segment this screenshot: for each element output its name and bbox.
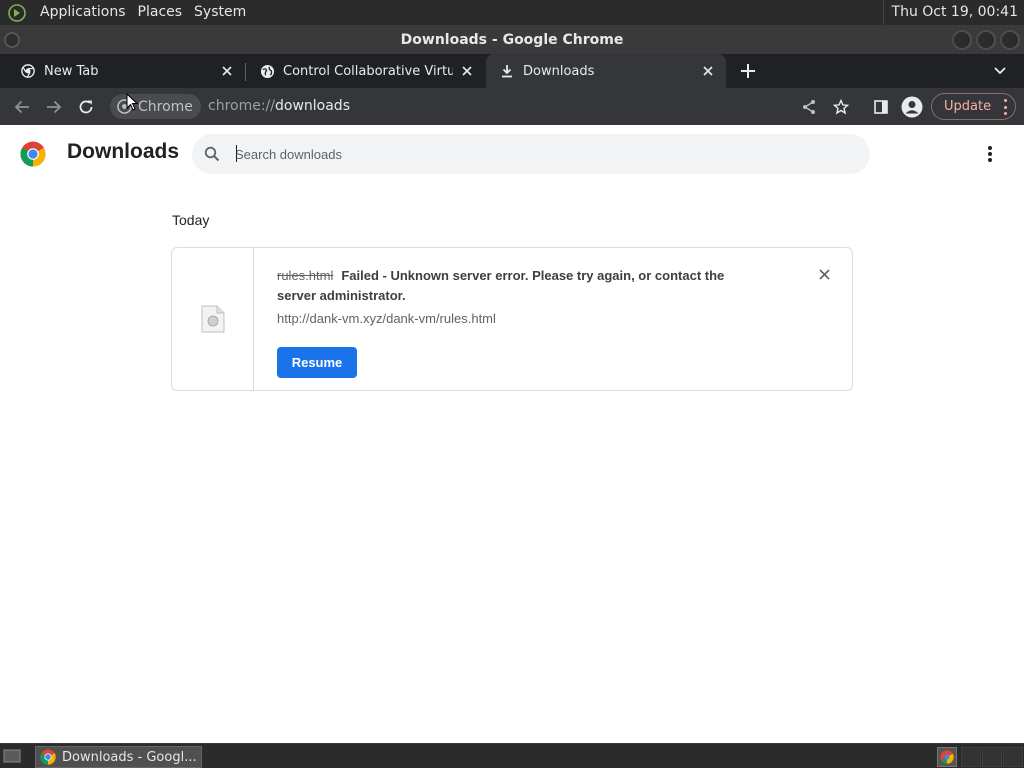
text-caret bbox=[236, 145, 237, 162]
file-icon bbox=[201, 305, 225, 333]
page-title: Downloads bbox=[67, 140, 180, 163]
url-text[interactable]: chrome://downloads bbox=[208, 92, 350, 121]
resume-button[interactable]: Resume bbox=[277, 347, 357, 378]
chrome-logo-icon bbox=[20, 141, 46, 167]
tab-new-tab[interactable]: New Tab bbox=[0, 54, 245, 88]
back-button[interactable] bbox=[10, 95, 34, 119]
chrome-icon bbox=[940, 750, 954, 764]
side-panel-icon bbox=[874, 100, 888, 114]
forward-arrow-icon bbox=[47, 100, 62, 114]
taskbar-chrome-window[interactable]: Downloads - Googl... bbox=[35, 746, 202, 768]
avatar-icon bbox=[901, 96, 923, 118]
taskbar-item-label: Downloads - Googl... bbox=[62, 749, 197, 765]
plus-icon bbox=[741, 64, 755, 78]
panel-clock[interactable]: Thu Oct 19, 00:41 bbox=[882, 0, 1018, 25]
search-box[interactable] bbox=[192, 134, 870, 174]
top-panel: Applications Places System Thu Oct 19, 0… bbox=[0, 0, 1024, 25]
bookmark-button[interactable] bbox=[829, 95, 853, 119]
system-menu[interactable]: System bbox=[188, 0, 252, 25]
address-bar[interactable]: Chrome chrome://downloads bbox=[110, 92, 860, 121]
downloads-header: Downloads bbox=[0, 126, 1024, 182]
browser-toolbar: Chrome chrome://downloads Update bbox=[0, 88, 1024, 125]
more-options-icon bbox=[1003, 99, 1007, 115]
share-icon bbox=[803, 100, 815, 114]
close-icon bbox=[818, 268, 830, 280]
more-actions-button[interactable] bbox=[980, 143, 1000, 165]
share-button[interactable] bbox=[797, 95, 821, 119]
tab-label: Downloads bbox=[523, 63, 595, 79]
minimize-button[interactable] bbox=[952, 30, 972, 50]
chrome-icon bbox=[20, 63, 36, 79]
desktop-icon bbox=[3, 749, 21, 763]
search-input[interactable] bbox=[235, 143, 835, 165]
tab-downloads[interactable]: Downloads bbox=[486, 54, 726, 88]
reload-icon bbox=[79, 100, 93, 114]
tab-label: New Tab bbox=[44, 63, 99, 79]
file-name-link[interactable]: rules.html bbox=[277, 268, 333, 283]
workspace-3[interactable] bbox=[1003, 747, 1023, 767]
window-titlebar[interactable]: Downloads - Google Chrome bbox=[0, 25, 1024, 54]
forward-button[interactable] bbox=[42, 95, 66, 119]
tab-label: Control Collaborative Virtual M bbox=[283, 63, 453, 79]
remove-download-button[interactable] bbox=[816, 266, 832, 282]
update-button[interactable]: Update bbox=[931, 93, 1016, 120]
tray-chrome-icon[interactable] bbox=[937, 747, 957, 767]
window-title: Downloads - Google Chrome bbox=[400, 31, 624, 48]
download-description: rules.html Failed - Unknown server error.… bbox=[277, 266, 757, 306]
applications-menu[interactable]: Applications bbox=[34, 0, 132, 25]
download-status: Failed - Unknown server error. Please tr… bbox=[277, 268, 725, 303]
back-arrow-icon bbox=[14, 100, 29, 114]
bottom-taskbar: Downloads - Googl... bbox=[0, 743, 1024, 768]
download-item: rules.html Failed - Unknown server error.… bbox=[171, 247, 853, 391]
distro-logo-icon[interactable] bbox=[6, 2, 28, 24]
window-menu-button[interactable] bbox=[4, 32, 20, 48]
download-url[interactable]: http://dank-vm.xyz/dank-vm/rules.html bbox=[277, 311, 496, 326]
star-icon bbox=[833, 99, 849, 115]
url-scheme: chrome:// bbox=[208, 98, 275, 114]
close-icon[interactable] bbox=[219, 63, 235, 79]
new-tab-button[interactable] bbox=[736, 59, 760, 83]
side-panel-button[interactable] bbox=[869, 95, 893, 119]
mouse-pointer-icon bbox=[126, 93, 138, 111]
site-chip-label: Chrome bbox=[138, 98, 193, 115]
tab-strip: New Tab Control Collaborative Virtual M … bbox=[0, 54, 1024, 88]
maximize-button[interactable] bbox=[976, 30, 996, 50]
site-info-chip[interactable]: Chrome bbox=[110, 94, 201, 119]
download-icon bbox=[499, 63, 515, 79]
close-window-button[interactable] bbox=[1000, 30, 1020, 50]
close-icon[interactable] bbox=[459, 63, 475, 79]
workspace-1[interactable] bbox=[961, 747, 981, 767]
tab-control-collaborative[interactable]: Control Collaborative Virtual M bbox=[246, 54, 485, 88]
profile-button[interactable] bbox=[900, 95, 924, 119]
chevron-down-icon bbox=[994, 67, 1006, 75]
close-icon[interactable] bbox=[700, 63, 716, 79]
update-label: Update bbox=[944, 99, 992, 114]
globe-icon bbox=[259, 63, 275, 79]
search-icon bbox=[204, 146, 220, 162]
tab-search-button[interactable] bbox=[990, 61, 1010, 81]
show-desktop-button[interactable] bbox=[2, 748, 22, 764]
workspace-2[interactable] bbox=[982, 747, 1002, 767]
date-heading: Today bbox=[172, 212, 210, 228]
url-host: downloads bbox=[275, 98, 350, 114]
file-icon-column bbox=[172, 248, 254, 390]
reload-button[interactable] bbox=[74, 95, 98, 119]
places-menu[interactable]: Places bbox=[132, 0, 189, 25]
chrome-icon bbox=[40, 749, 56, 765]
